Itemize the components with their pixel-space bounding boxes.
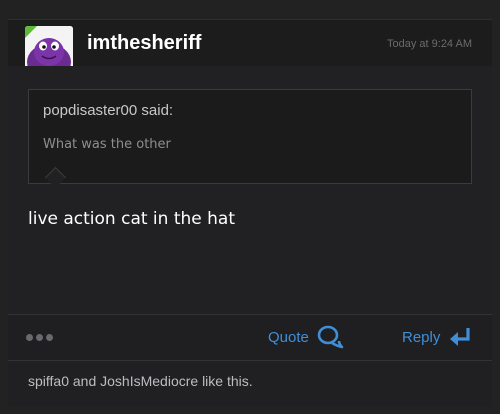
- quote-button[interactable]: Quote: [268, 325, 345, 349]
- post-message: live action cat in the hat: [28, 209, 235, 229]
- reply-label: Reply: [402, 328, 441, 346]
- quote-bubbles-icon: [317, 325, 344, 349]
- post-header: imthesheriff Today at 9:24 AM: [8, 19, 492, 74]
- reply-arrow-icon: [450, 328, 470, 346]
- quote-text: What was the other: [43, 137, 171, 152]
- forum-post: imthesheriff Today at 9:24 AM popdisaste…: [0, 0, 500, 414]
- quote-block: popdisaster00 said: What was the other: [28, 89, 472, 184]
- quote-label: Quote: [268, 328, 309, 346]
- username[interactable]: imthesheriff: [87, 32, 201, 55]
- more-icon[interactable]: [26, 334, 53, 341]
- quote-author[interactable]: popdisaster00 said:: [43, 102, 173, 119]
- online-badge: [25, 26, 37, 38]
- post-actions: Quote Reply: [8, 314, 492, 360]
- post-timestamp[interactable]: Today at 9:24 AM: [387, 38, 472, 50]
- likes-bar: spiffa0 and JoshIsMediocre like this.: [8, 360, 492, 407]
- likes-text[interactable]: spiffa0 and JoshIsMediocre like this.: [28, 373, 253, 389]
- reply-button[interactable]: Reply: [402, 325, 472, 349]
- post-body: popdisaster00 said: What was the other l…: [8, 66, 492, 314]
